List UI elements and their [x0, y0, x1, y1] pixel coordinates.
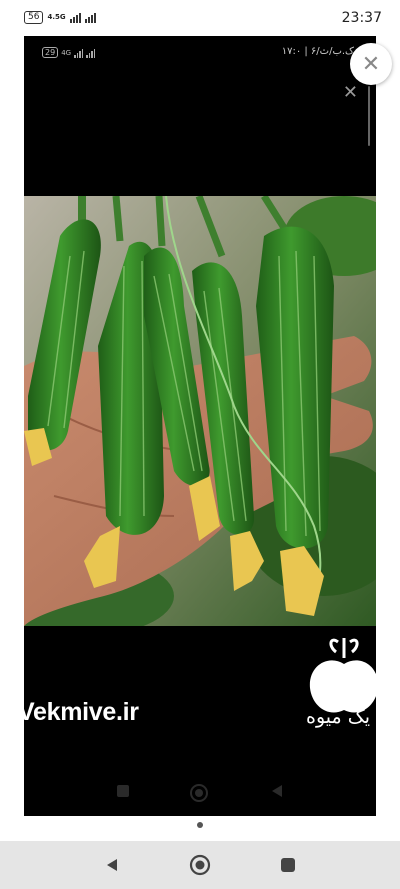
- inner-close-icon: ✕: [342, 82, 358, 103]
- inner-battery: 29: [42, 47, 59, 58]
- inner-back-icon: [272, 785, 282, 797]
- signal-icon-2: [84, 12, 96, 23]
- status-bar: 56 4.5G 23:37: [0, 0, 400, 36]
- brand-text: یک میوه: [306, 706, 371, 728]
- inner-network-type: 4G: [61, 48, 72, 57]
- close-icon: ✕: [361, 51, 381, 77]
- back-button[interactable]: [100, 853, 124, 877]
- inner-status-bar: 29 4G ۱۷:۰ | ۶/ک.ب/ث: [24, 36, 376, 70]
- navigation-bar: [0, 841, 400, 889]
- inner-signal-icon-2: [86, 47, 96, 58]
- site-watermark: Vekmive.ir: [24, 698, 139, 726]
- page-indicator-dot: [197, 822, 203, 828]
- inner-scrollbar: [368, 86, 370, 146]
- signal-icon: [69, 12, 81, 23]
- network-type: 4.5G: [47, 13, 66, 21]
- inner-signal-icon: [74, 47, 84, 58]
- image-card[interactable]: 29 4G ۱۷:۰ | ۶/ک.ب/ث ✕ یک میوه Vekmive.i…: [24, 36, 376, 816]
- inner-nav-bar: [24, 776, 376, 806]
- cucumber-photo: [24, 196, 376, 626]
- inner-status-left: 29 4G: [42, 47, 96, 58]
- inner-status-right: ۱۷:۰ | ۶/ک.ب/ث: [281, 46, 354, 57]
- recents-button[interactable]: [276, 853, 300, 877]
- inner-recents-icon: [117, 785, 129, 797]
- home-icon: [189, 854, 211, 876]
- recents-icon: [281, 858, 295, 872]
- clock: 23:37: [341, 10, 382, 26]
- close-button[interactable]: ✕: [350, 43, 392, 85]
- status-icons-left: 56 4.5G: [24, 11, 96, 24]
- inner-home-icon: [190, 784, 208, 802]
- home-button[interactable]: [188, 853, 212, 877]
- back-icon: [107, 859, 117, 871]
- battery-indicator: 56: [24, 11, 44, 24]
